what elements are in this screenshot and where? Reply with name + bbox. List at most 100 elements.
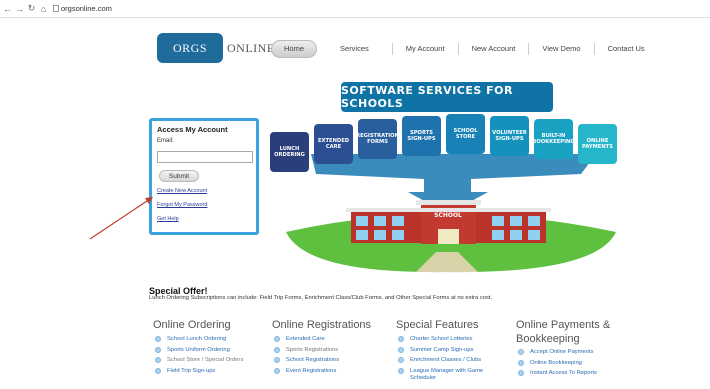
nav-my-account[interactable]: My Account <box>391 43 458 55</box>
feature-label[interactable]: School Lunch Ordering <box>167 336 226 343</box>
feature-item[interactable]: Charter School Lotteries <box>396 336 521 343</box>
feature-list: Extended Care Sports Registrations Schoo… <box>272 336 397 375</box>
login-links: Create New Account Forgot My Password Ge… <box>157 188 251 222</box>
arrow-right-icon[interactable]: → <box>15 4 24 14</box>
window <box>392 230 404 240</box>
feature-label[interactable]: League Manager with Game Scheduler <box>410 368 490 382</box>
feature-item[interactable]: School Lunch Ordering <box>153 336 278 343</box>
feature-col-ordering: Online Ordering School Lunch Ordering Sp… <box>153 318 278 378</box>
feature-item[interactable]: Accept Online Payments <box>516 349 641 356</box>
logo-badge: ORGS <box>157 33 223 63</box>
feature-item[interactable]: League Manager with Game Scheduler <box>396 367 521 382</box>
window <box>356 216 368 226</box>
forgot-password-link[interactable]: Forgot My Password <box>157 202 251 208</box>
feature-item[interactable]: Event Registrations <box>272 367 397 375</box>
feature-col-registrations: Online Registrations Extended Care Sport… <box>272 318 397 378</box>
login-title: Access My Account <box>157 125 228 134</box>
feature-label[interactable]: Online Bookkeeping <box>530 360 582 367</box>
feature-item[interactable]: Field Trip Sign-ups <box>153 367 278 375</box>
feature-item[interactable]: Extended Care <box>272 336 397 343</box>
nav-home-label[interactable]: Home <box>271 40 318 58</box>
nav-contact-us[interactable]: Contact Us <box>593 43 658 55</box>
feature-item[interactable]: Sports Uniform Ordering <box>153 346 278 354</box>
col-heading: Online Ordering <box>153 319 231 331</box>
feature-label[interactable]: Instant Access To Reports <box>530 370 597 377</box>
feature-label[interactable]: Sports Registrations <box>286 347 338 354</box>
submit-button[interactable]: Submit <box>159 170 199 182</box>
window <box>528 230 540 240</box>
feature-label[interactable]: Accept Online Payments <box>530 349 593 356</box>
roof-trim <box>416 200 481 205</box>
tile-registration-forms: REGISTRATION FORMS <box>356 119 399 159</box>
logo-second-word: ONLINE <box>227 40 275 55</box>
col-heading: Online Registrations <box>272 319 372 331</box>
nav-home[interactable]: Home <box>271 40 318 58</box>
nav-services[interactable]: Services <box>327 43 382 55</box>
get-help-link[interactable]: Get Help <box>157 216 251 222</box>
feature-label[interactable]: Sports Uniform Ordering <box>167 347 230 354</box>
bullet-icon <box>398 336 404 342</box>
feature-col-payments: Online Payments & Bookkeeping Accept Onl… <box>516 318 641 381</box>
window <box>492 230 504 240</box>
feature-item[interactable]: Online Bookkeeping <box>516 359 641 367</box>
tile-online-payments: ONLINE PAYMENTS <box>578 124 617 164</box>
arrow-left-icon[interactable]: ← <box>3 4 12 14</box>
bullet-icon <box>398 367 404 374</box>
login-panel: Access My Account Email: Submit Create N… <box>149 118 259 235</box>
feature-label[interactable]: Charter School Lotteries <box>410 336 473 343</box>
browser-toolbar: ← → ↻ ⌂ orgsonline.com <box>0 0 710 17</box>
create-account-link[interactable]: Create New Account <box>157 188 251 194</box>
feature-col-special: Special Features Charter School Lotterie… <box>396 318 521 385</box>
feature-label[interactable]: Enrichment Classes / Clubs <box>410 357 481 364</box>
feature-list: Charter School Lotteries Summer Camp Sig… <box>396 336 521 382</box>
hero-graphic: SCHOOL SOFTWARE SERVICES FOR SCHOOLS LUN… <box>266 74 632 274</box>
feature-list: School Lunch Ordering Sports Uniform Ord… <box>153 336 278 375</box>
top-nav: Home Services My Account New Account Vie… <box>271 40 658 58</box>
window <box>528 216 540 226</box>
special-offer-text: Lunch Ordering Subscriptions can include… <box>149 295 493 301</box>
feature-label[interactable]: Event Registrations <box>286 368 336 375</box>
feature-item[interactable]: Sports Registrations <box>272 346 397 354</box>
email-label: Email: <box>157 138 174 144</box>
feature-list: Accept Online Payments Online Bookkeepin… <box>516 349 641 377</box>
home-icon[interactable]: ⌂ <box>39 4 48 14</box>
window <box>510 216 522 226</box>
tile-volunteer-signups: VOLUNTEER SIGN-UPS <box>490 116 529 156</box>
col-heading: Special Features <box>396 319 479 331</box>
col-heading-line1: Online Payments & <box>516 319 611 331</box>
bullet-icon <box>274 336 280 342</box>
window <box>356 230 368 240</box>
feature-item[interactable]: Instant Access To Reports <box>516 370 641 377</box>
reload-icon[interactable]: ↻ <box>27 3 36 14</box>
bullet-icon <box>155 346 161 353</box>
feature-item[interactable]: Enrichment Classes / Clubs <box>396 357 521 364</box>
site-logo[interactable]: ORGS ONLINE <box>157 33 275 63</box>
address-bar[interactable]: orgsonline.com <box>53 4 112 13</box>
nav-view-demo[interactable]: View Demo <box>528 43 593 55</box>
feature-columns: Online Ordering School Lunch Ordering Sp… <box>150 318 630 389</box>
feature-label[interactable]: School Store / Special Orders <box>167 357 243 364</box>
school-sign-text: SCHOOL <box>434 212 462 219</box>
feature-label[interactable]: Extended Care <box>286 336 325 343</box>
email-field[interactable] <box>157 151 253 163</box>
feature-label[interactable]: Field Trip Sign-ups <box>167 368 215 375</box>
toolbar-divider <box>0 17 710 18</box>
window <box>374 230 386 240</box>
bullet-icon <box>398 357 404 363</box>
window <box>510 230 522 240</box>
window <box>392 216 404 226</box>
feature-item[interactable]: Summer Camp Sign-ups <box>396 346 521 354</box>
page-icon <box>53 5 59 12</box>
feature-label[interactable]: Summer Camp Sign-ups <box>410 347 473 354</box>
feature-label[interactable]: School Registrations <box>286 357 339 364</box>
bullet-icon <box>274 357 280 363</box>
bullet-icon <box>518 359 524 366</box>
feature-item[interactable]: School Registrations <box>272 357 397 364</box>
window <box>492 216 504 226</box>
bullet-icon <box>518 370 524 376</box>
tile-built-in-bookkeeping: BUILT-IN BOOKKEEPING <box>532 119 575 159</box>
bullet-icon <box>398 346 404 353</box>
nav-new-account[interactable]: New Account <box>457 43 529 55</box>
logo-first-word: ORGS <box>172 40 207 55</box>
feature-item[interactable]: School Store / Special Orders <box>153 357 278 364</box>
